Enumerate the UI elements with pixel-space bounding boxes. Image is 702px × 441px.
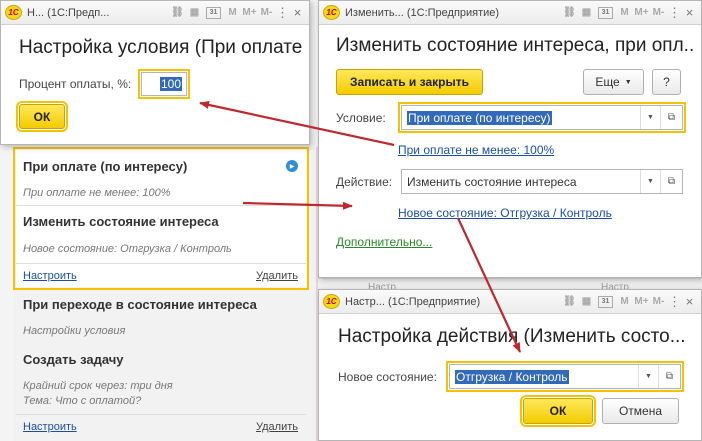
window-heading: Изменить состояние интереса, при опл... xyxy=(336,35,696,56)
1c-logo-icon: 1С xyxy=(323,5,340,20)
action-subtitle: Тема: Что с оплатой? xyxy=(23,395,142,407)
action-subtitle: Новое состояние: Отгрузка / Контроль xyxy=(23,243,232,255)
window-title: Изменить... (1С:Предприятие) xyxy=(345,6,500,19)
configure-link[interactable]: Настроить xyxy=(23,270,77,282)
new-state-label: Новое состояние: xyxy=(338,370,437,384)
help-button[interactable]: ? xyxy=(652,69,681,95)
condition-settings-window: 1С Н... (1С:Предп... ⛓ ▦ 31 M M+ M- ⋮ × … xyxy=(0,0,310,145)
memory-m-button[interactable]: M xyxy=(616,296,633,307)
action-label: Действие: xyxy=(336,175,393,189)
action-settings-window: 1С Настр... (1С:Предприятие) ⛓ ▦ 31 M M+… xyxy=(318,289,702,441)
condition-subtitle: Настройки условия xyxy=(23,325,126,337)
condition-label: Условие: xyxy=(336,111,386,125)
play-icon[interactable]: ▶ xyxy=(286,160,298,172)
cancel-button[interactable]: Отмена xyxy=(602,398,679,424)
chevron-down-icon: ▼ xyxy=(624,78,632,86)
percent-value: 100 xyxy=(159,77,182,91)
condition-title: При оплате (по интересу) xyxy=(23,159,188,174)
action-title: Изменить состояние интереса xyxy=(23,214,219,229)
window-heading: Настройка условия (При оплате (... xyxy=(19,37,304,58)
delete-link[interactable]: Удалить xyxy=(256,421,298,433)
link-icon[interactable]: ⛓ xyxy=(169,7,186,18)
dropdown-arrow-icon[interactable]: ▼ xyxy=(640,106,660,129)
condition-select[interactable]: При оплате (по интересу) ▼ ⧉ xyxy=(398,102,686,133)
title-bar: 1С Н... (1С:Предп... ⛓ ▦ 31 M M+ M- ⋮ × xyxy=(1,1,309,25)
percent-input[interactable]: 100 xyxy=(138,69,190,99)
action-value: Изменить состояние интереса xyxy=(407,174,577,189)
calculator-icon[interactable]: ▦ xyxy=(578,7,595,18)
dropdown-arrow-icon[interactable]: ▼ xyxy=(640,170,660,193)
ok-button[interactable]: ОК xyxy=(16,101,68,132)
memory-minus-button[interactable]: M- xyxy=(650,7,667,18)
more-button[interactable]: Еще ▼ xyxy=(583,69,644,95)
close-icon[interactable]: × xyxy=(682,5,697,20)
window-title: Н... (1С:Предп... xyxy=(27,6,110,19)
menu-icon[interactable]: ⋮ xyxy=(275,5,290,21)
action-subtitle: Крайний срок через: три дня xyxy=(23,380,173,392)
link-icon[interactable]: ⛓ xyxy=(561,296,578,307)
open-icon[interactable]: ⧉ xyxy=(660,106,682,129)
close-icon[interactable]: × xyxy=(682,294,697,309)
calculator-icon[interactable]: ▦ xyxy=(186,7,203,18)
action-select[interactable]: Изменить состояние интереса ▼ ⧉ xyxy=(401,169,683,194)
additional-link[interactable]: Дополнительно... xyxy=(336,235,432,249)
memory-m-button[interactable]: M xyxy=(616,7,633,18)
title-bar: 1С Настр... (1С:Предприятие) ⛓ ▦ 31 M M+… xyxy=(319,290,701,314)
calendar-icon[interactable]: 31 xyxy=(598,6,613,19)
save-and-close-button[interactable]: Записать и закрыть xyxy=(336,69,483,95)
memory-plus-button[interactable]: M+ xyxy=(633,296,650,307)
new-state-select[interactable]: Отгрузка / Контроль ▼ ⧉ xyxy=(446,361,684,392)
new-state-value: Отгрузка / Контроль xyxy=(455,369,569,384)
divider xyxy=(16,263,306,264)
list-item[interactable]: При оплате (по интересу) ▶ При оплате не… xyxy=(13,147,309,290)
change-interest-state-window: 1С Изменить... (1С:Предприятие) ⛓ ▦ 31 M… xyxy=(318,0,702,278)
window-heading: Настройка действия (Изменить состо... xyxy=(338,326,686,347)
menu-icon[interactable]: ⋮ xyxy=(667,294,682,310)
menu-icon[interactable]: ⋮ xyxy=(667,5,682,21)
close-icon[interactable]: × xyxy=(290,5,305,20)
action-title: Создать задачу xyxy=(23,352,124,367)
link-icon[interactable]: ⛓ xyxy=(561,7,578,18)
memory-minus-button[interactable]: M- xyxy=(650,296,667,307)
memory-m-button[interactable]: M xyxy=(224,7,241,18)
configure-link[interactable]: Настроить xyxy=(23,421,77,433)
window-title: Настр... (1С:Предприятие) xyxy=(345,295,481,308)
condition-settings-link[interactable]: При оплате не менее: 100% xyxy=(398,143,554,157)
condition-title: При переходе в состояние интереса xyxy=(23,297,257,312)
title-tools: ⛓ ▦ 31 M M+ M- ⋮ × xyxy=(163,5,305,21)
more-label: Еще xyxy=(595,75,620,89)
memory-plus-button[interactable]: M+ xyxy=(633,7,650,18)
title-tools: ⛓ ▦ 31 M M+ M- ⋮ × xyxy=(555,294,697,310)
calendar-icon[interactable]: 31 xyxy=(206,6,221,19)
dropdown-arrow-icon[interactable]: ▼ xyxy=(638,365,658,388)
condition-value: При оплате (по интересу) xyxy=(407,110,552,125)
calculator-icon[interactable]: ▦ xyxy=(578,296,595,307)
list-item[interactable]: При переходе в состояние интереса Настро… xyxy=(16,291,306,441)
open-icon[interactable]: ⧉ xyxy=(660,170,682,193)
percent-label: Процент оплаты, %: xyxy=(19,77,132,91)
divider xyxy=(16,414,306,415)
action-settings-link[interactable]: Новое состояние: Отгрузка / Контроль xyxy=(398,206,612,220)
divider xyxy=(16,205,306,206)
delete-link[interactable]: Удалить xyxy=(256,270,298,282)
title-bar: 1С Изменить... (1С:Предприятие) ⛓ ▦ 31 M… xyxy=(319,1,701,25)
memory-minus-button[interactable]: M- xyxy=(258,7,275,18)
interest-rules-list: При оплате (по интересу) ▶ При оплате не… xyxy=(13,147,316,441)
open-icon[interactable]: ⧉ xyxy=(658,365,680,388)
condition-subtitle: При оплате не менее: 100% xyxy=(23,187,171,199)
1c-logo-icon: 1С xyxy=(323,294,340,309)
ok-button[interactable]: ОК xyxy=(520,395,596,427)
1c-logo-icon: 1С xyxy=(5,5,22,20)
calendar-icon[interactable]: 31 xyxy=(598,295,613,308)
title-tools: ⛓ ▦ 31 M M+ M- ⋮ × xyxy=(555,5,697,21)
memory-plus-button[interactable]: M+ xyxy=(241,7,258,18)
